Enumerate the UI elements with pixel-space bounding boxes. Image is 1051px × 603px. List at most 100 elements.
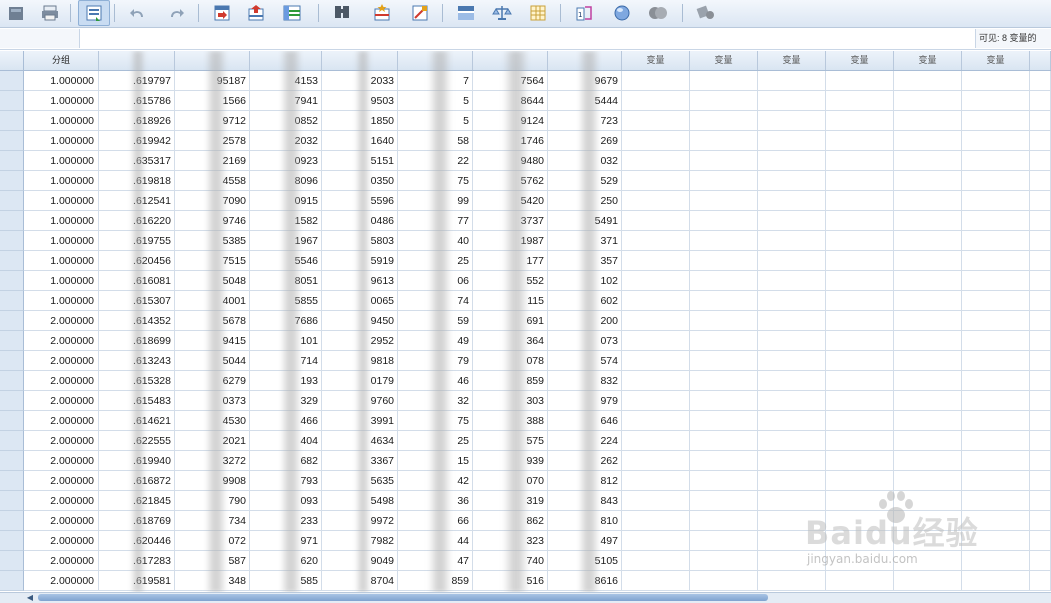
data-cell[interactable]: 2.000000 [24,371,99,391]
column-header[interactable] [548,51,622,70]
row-number-cell[interactable] [0,231,24,251]
data-cell[interactable] [690,451,758,471]
data-cell[interactable]: 348 [175,571,250,591]
data-cell[interactable] [962,411,1030,431]
data-cell[interactable] [758,471,826,491]
column-header[interactable] [175,51,250,70]
data-cell[interactable] [758,491,826,511]
data-cell[interactable]: 072 [175,531,250,551]
data-cell[interactable] [622,391,690,411]
data-cell[interactable] [826,531,894,551]
data-cell[interactable] [690,131,758,151]
data-cell[interactable]: 812 [548,471,622,491]
data-cell[interactable] [962,231,1030,251]
data-cell[interactable]: 9972 [322,511,398,531]
data-cell[interactable] [690,171,758,191]
row-number-cell[interactable] [0,511,24,531]
data-cell[interactable] [690,391,758,411]
data-cell[interactable] [758,231,826,251]
data-cell[interactable] [758,151,826,171]
select-cases-button[interactable] [522,0,554,26]
data-cell[interactable] [962,271,1030,291]
column-header[interactable]: 变量 [690,51,758,70]
data-cell[interactable]: 529 [548,171,622,191]
data-cell[interactable]: 5546 [250,251,322,271]
data-cell[interactable] [758,331,826,351]
data-cell[interactable]: 5635 [322,471,398,491]
data-cell[interactable]: 5762 [473,171,548,191]
data-cell[interactable] [894,311,962,331]
data-cell[interactable] [894,111,962,131]
data-cell[interactable] [690,111,758,131]
data-cell[interactable] [690,211,758,231]
data-cell[interactable] [894,191,962,211]
data-cell[interactable] [690,571,758,591]
data-cell[interactable] [622,551,690,571]
data-cell[interactable]: 1.000000 [24,171,99,191]
data-cell[interactable]: 2021 [175,431,250,451]
data-cell[interactable]: 2.000000 [24,311,99,331]
data-cell[interactable] [826,511,894,531]
data-cell[interactable]: 101 [250,331,322,351]
data-cell[interactable]: .619755 [99,231,175,251]
data-cell[interactable]: 8616 [548,571,622,591]
data-cell[interactable]: 2.000000 [24,331,99,351]
data-cell[interactable] [962,71,1030,91]
data-cell[interactable]: 46 [398,371,473,391]
data-cell[interactable]: 06 [398,271,473,291]
data-cell[interactable]: .620446 [99,531,175,551]
data-cell[interactable] [758,171,826,191]
data-cell[interactable]: 42 [398,471,473,491]
column-header[interactable]: 变量 [962,51,1030,70]
data-cell[interactable]: 5048 [175,271,250,291]
data-cell[interactable]: 5855 [250,291,322,311]
data-cell[interactable]: 5044 [175,351,250,371]
data-cell[interactable] [622,451,690,471]
data-cell[interactable]: .620456 [99,251,175,271]
column-header[interactable] [398,51,473,70]
variables-button[interactable] [276,0,308,26]
data-cell[interactable] [826,131,894,151]
data-cell[interactable] [962,471,1030,491]
data-cell[interactable]: 58 [398,131,473,151]
data-cell[interactable]: 323 [473,531,548,551]
data-cell[interactable]: 810 [548,511,622,531]
data-cell[interactable]: 9480 [473,151,548,171]
data-cell[interactable]: 2.000000 [24,471,99,491]
data-cell[interactable]: 971 [250,531,322,551]
data-cell[interactable]: 7515 [175,251,250,271]
data-cell[interactable]: 9450 [322,311,398,331]
data-cell[interactable]: 22 [398,151,473,171]
data-cell[interactable]: 0373 [175,391,250,411]
data-cell[interactable]: 2032 [250,131,322,151]
row-number-cell[interactable] [0,571,24,591]
data-cell[interactable] [622,331,690,351]
data-cell[interactable] [826,451,894,471]
data-cell[interactable] [758,291,826,311]
data-cell[interactable]: 102 [548,271,622,291]
data-cell[interactable]: .619940 [99,451,175,471]
data-cell[interactable]: 329 [250,391,322,411]
data-cell[interactable] [690,431,758,451]
data-cell[interactable] [622,91,690,111]
data-cell[interactable] [622,411,690,431]
data-cell[interactable] [826,431,894,451]
data-cell[interactable] [758,511,826,531]
data-cell[interactable]: 0179 [322,371,398,391]
data-cell[interactable]: .622555 [99,431,175,451]
data-cell[interactable]: 3272 [175,451,250,471]
data-cell[interactable] [894,271,962,291]
data-cell[interactable] [826,271,894,291]
data-cell[interactable]: 200 [548,311,622,331]
data-cell[interactable] [690,231,758,251]
data-cell[interactable] [894,371,962,391]
insert-variable-button[interactable] [404,0,436,26]
data-cell[interactable]: 939 [473,451,548,471]
data-cell[interactable] [690,551,758,571]
data-cell[interactable] [962,311,1030,331]
data-cell[interactable] [826,91,894,111]
column-header[interactable] [250,51,322,70]
split-file-button[interactable] [450,0,482,26]
data-cell[interactable] [894,131,962,151]
data-cell[interactable]: 3367 [322,451,398,471]
